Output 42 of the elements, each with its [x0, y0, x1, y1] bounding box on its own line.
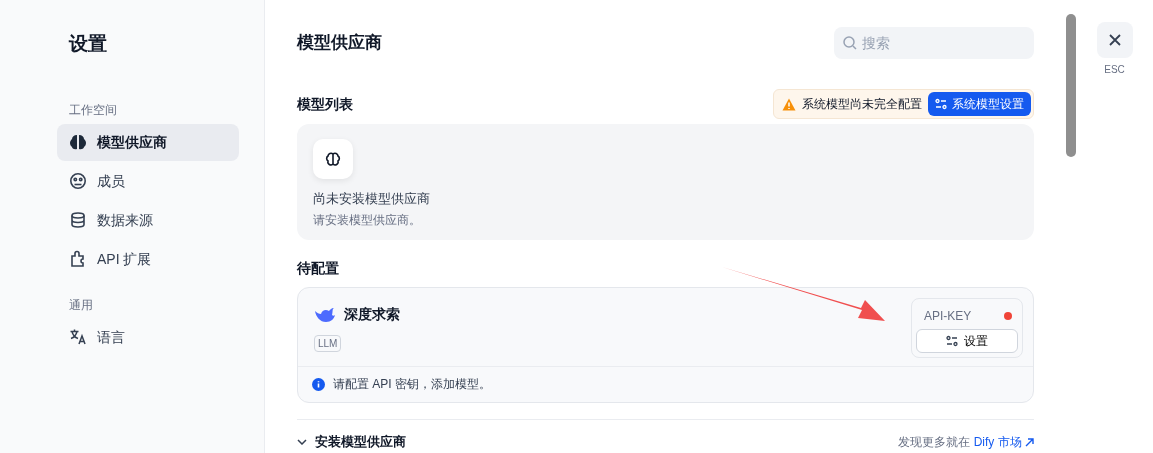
section-label: 通用: [69, 296, 94, 314]
puzzle-icon: [69, 250, 87, 268]
section-toggle[interactable]: 安装模型供应商: [297, 432, 406, 452]
model-type-tag: LLM: [314, 335, 342, 352]
provider-name: 深度求索: [344, 305, 400, 324]
translate-icon: [69, 328, 87, 346]
warning-text: 系统模型尚未完全配置: [802, 96, 922, 113]
notice-text: 请配置 API 密钥，添加模型。: [333, 376, 491, 393]
sidebar-item[interactable]: API 扩展: [57, 240, 239, 278]
database-icon: [69, 211, 87, 229]
brain-icon: [325, 151, 341, 167]
warning-icon: [782, 97, 796, 111]
brain-icon: [69, 133, 87, 151]
market-link[interactable]: Dify 市场: [973, 434, 1022, 449]
market-text: 发现更多就在 Dify 市场: [898, 432, 1034, 451]
info-icon: [312, 377, 325, 391]
sliders-icon: [935, 98, 947, 110]
section-label: 工作空间: [69, 101, 118, 119]
sidebar-item[interactable]: 数据来源: [57, 201, 239, 239]
empty-hint: 请安装模型供应商。: [313, 211, 422, 229]
chevron-down-icon: [297, 438, 307, 445]
sidebar-item[interactable]: 成员: [57, 162, 239, 200]
section-title: 待配置: [297, 259, 340, 278]
scrollbar-thumb[interactable]: [1066, 14, 1076, 157]
search-icon: [842, 35, 858, 51]
external-link-icon: [1025, 438, 1034, 448]
shortcut-hint: ESC: [1104, 63, 1125, 77]
close-icon: [1108, 34, 1121, 46]
sliders-icon: [946, 335, 958, 347]
empty-title: 尚未安装模型供应商: [313, 190, 431, 208]
api-key-label: API-KEY: [924, 308, 972, 325]
close-button[interactable]: [1096, 22, 1133, 58]
system-model-settings-button[interactable]: 系统模型设置: [928, 92, 1031, 116]
search-field[interactable]: 搜索: [834, 27, 1034, 59]
setup-button[interactable]: 设置: [916, 329, 1018, 353]
smiley-icon: [69, 172, 87, 190]
sidebar-title: 设置: [69, 32, 108, 56]
page-title: 模型供应商: [297, 32, 382, 55]
section-title: 模型列表: [297, 94, 353, 114]
sidebar-item[interactable]: 模型供应商: [57, 123, 239, 161]
whale-icon: [314, 306, 336, 323]
sidebar-item[interactable]: 语言: [57, 318, 239, 356]
